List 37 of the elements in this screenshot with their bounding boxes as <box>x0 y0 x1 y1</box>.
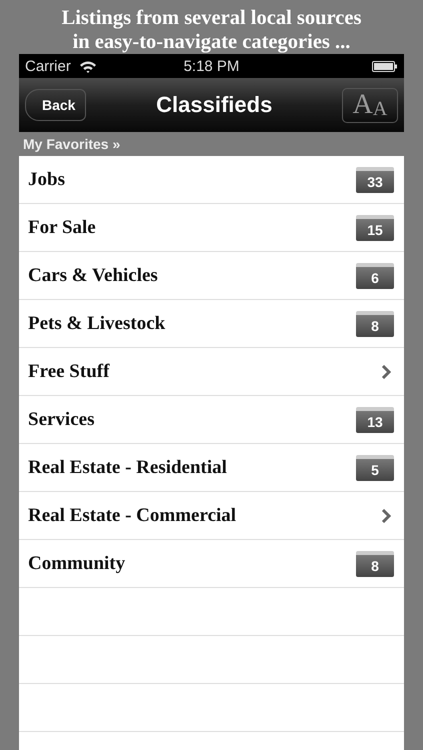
category-row[interactable]: Cars & Vehicles 6 <box>19 252 404 300</box>
folder-count-badge: 6 <box>356 262 394 288</box>
caption-text: Listings from several local sources <box>62 6 362 30</box>
category-row[interactable]: Pets & Livestock 8 <box>19 300 404 348</box>
category-row[interactable]: Real Estate - Residential 5 <box>19 444 404 492</box>
caption-text: in easy-to-navigate categories ... <box>72 30 350 54</box>
category-label: Free Stuff <box>28 360 110 382</box>
category-label: For Sale <box>28 216 96 238</box>
carrier-label: Carrier <box>25 58 71 74</box>
category-row[interactable]: Community 8 <box>19 540 404 588</box>
category-row[interactable]: Services 13 <box>19 396 404 444</box>
font-size-button[interactable]: AA <box>342 88 398 122</box>
wifi-icon <box>78 60 97 72</box>
category-label: Real Estate - Commercial <box>28 504 236 526</box>
favorites-link[interactable]: My Favorites » <box>23 136 120 152</box>
category-label: Jobs <box>28 168 65 190</box>
back-button[interactable]: Back <box>25 89 86 121</box>
chevron-icon <box>381 508 391 522</box>
category-label: Community <box>28 552 126 574</box>
category-label: Real Estate - Residential <box>28 456 227 478</box>
folder-count-badge: 15 <box>356 214 394 240</box>
folder-count-badge: 5 <box>356 454 394 480</box>
category-row[interactable]: Real Estate - Commercial <box>19 492 404 540</box>
status-time: 5:18 PM <box>184 58 240 74</box>
category-row[interactable]: For Sale 15 <box>19 204 404 252</box>
category-label: Services <box>28 408 94 430</box>
chevron-icon <box>381 364 391 378</box>
battery-icon <box>372 60 398 72</box>
folder-count-badge: 8 <box>356 310 394 336</box>
category-row[interactable]: Free Stuff <box>19 348 404 396</box>
screen-title: Classifieds <box>156 92 272 118</box>
category-row[interactable]: Jobs 33 <box>19 156 404 204</box>
folder-count-badge: 13 <box>356 406 394 432</box>
category-label: Cars & Vehicles <box>28 264 158 286</box>
category-label: Pets & Livestock <box>28 312 166 334</box>
folder-count-badge: 8 <box>356 550 394 576</box>
folder-count-badge: 33 <box>356 166 394 192</box>
